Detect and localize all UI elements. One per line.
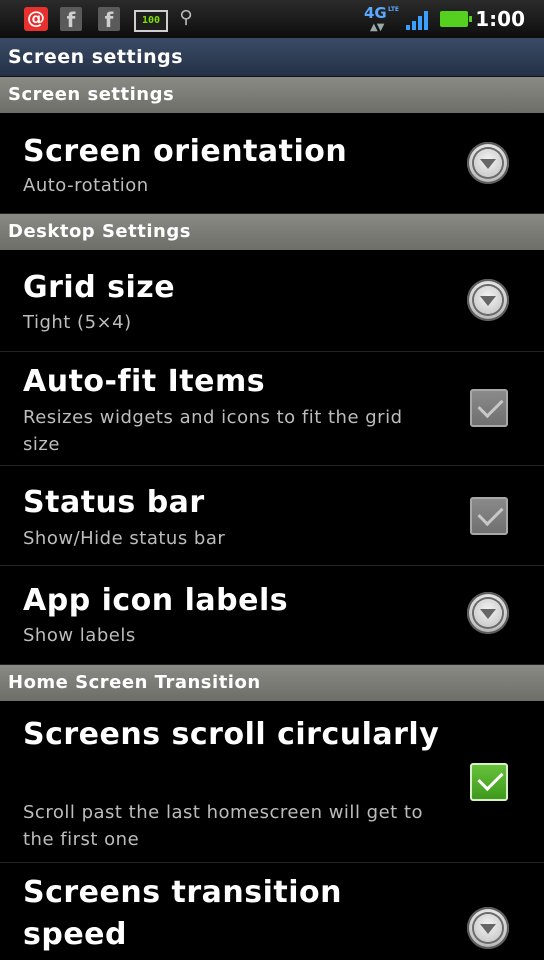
section-header-screen-settings: Screen settings bbox=[0, 77, 544, 113]
setting-grid-size[interactable]: Grid size Tight (5×4) bbox=[0, 250, 544, 352]
usb-icon: ⚲ bbox=[179, 7, 193, 28]
dropdown-arrow-icon[interactable] bbox=[467, 279, 509, 321]
setting-title: Screen orientation bbox=[23, 134, 348, 169]
network-type: 4G bbox=[364, 4, 387, 22]
setting-title: Screens transition speed bbox=[23, 875, 343, 952]
auto-fit-checkbox[interactable] bbox=[470, 389, 508, 427]
status-bar-checkbox[interactable] bbox=[470, 497, 508, 535]
setting-summary: Show labels bbox=[23, 625, 136, 646]
setting-summary: Auto-rotation bbox=[23, 175, 149, 196]
battery-full-notification-icon: 100 bbox=[134, 10, 168, 32]
setting-summary: Scroll past the last homescreen will get… bbox=[23, 802, 424, 850]
section-header-home-screen-transition: Home Screen Transition bbox=[0, 665, 544, 701]
email-notification-icon: @ bbox=[24, 7, 48, 31]
setting-status-bar[interactable]: Status bar Show/Hide status bar bbox=[0, 466, 544, 566]
page-title: Screen settings bbox=[8, 46, 184, 68]
facebook-notification-icon: f bbox=[98, 7, 120, 32]
setting-screens-scroll-circularly[interactable]: Screens scroll circularly Scroll past th… bbox=[0, 701, 544, 863]
section-label: Home Screen Transition bbox=[8, 672, 261, 693]
screens-scroll-checkbox[interactable] bbox=[470, 763, 508, 801]
clock: 1:00 bbox=[475, 7, 525, 31]
status-bar: @ f f 100 ⚲ 4G LTE ▲▼ 1:00 bbox=[0, 0, 544, 38]
setting-summary: Tight (5×4) bbox=[23, 312, 132, 333]
section-header-desktop-settings: Desktop Settings bbox=[0, 214, 544, 250]
dropdown-arrow-icon[interactable] bbox=[467, 907, 509, 949]
dropdown-arrow-icon[interactable] bbox=[467, 142, 509, 184]
checkmark-icon bbox=[477, 391, 504, 419]
setting-auto-fit-items[interactable]: Auto-fit Items Resizes widgets and icons… bbox=[0, 352, 544, 466]
setting-title: Grid size bbox=[23, 270, 176, 305]
setting-title: Status bar bbox=[23, 485, 205, 520]
checkmark-icon bbox=[477, 499, 504, 527]
section-label: Desktop Settings bbox=[8, 221, 191, 242]
section-label: Screen settings bbox=[8, 84, 175, 105]
signal-strength-icon bbox=[406, 10, 430, 30]
setting-summary: Show/Hide status bar bbox=[23, 528, 226, 549]
battery-icon bbox=[440, 11, 472, 27]
setting-title: App icon labels bbox=[23, 583, 289, 618]
setting-title: Auto-fit Items bbox=[23, 364, 266, 399]
setting-app-icon-labels[interactable]: App icon labels Show labels bbox=[0, 566, 544, 665]
network-sub-label: LTE bbox=[388, 6, 400, 13]
checkmark-icon bbox=[477, 764, 504, 792]
setting-title: Screens scroll circularly bbox=[23, 717, 440, 752]
dropdown-arrow-icon[interactable] bbox=[467, 592, 509, 634]
4g-lte-icon: 4G LTE ▲▼ bbox=[364, 4, 400, 34]
facebook-notification-icon: f bbox=[60, 7, 82, 32]
setting-summary: Resizes widgets and icons to fit the gri… bbox=[23, 407, 403, 455]
setting-screens-transition-speed[interactable]: Screens transition speed bbox=[0, 863, 544, 960]
data-activity-icon: ▲▼ bbox=[370, 22, 384, 33]
setting-screen-orientation[interactable]: Screen orientation Auto-rotation bbox=[0, 113, 544, 214]
title-bar: Screen settings bbox=[0, 38, 544, 77]
